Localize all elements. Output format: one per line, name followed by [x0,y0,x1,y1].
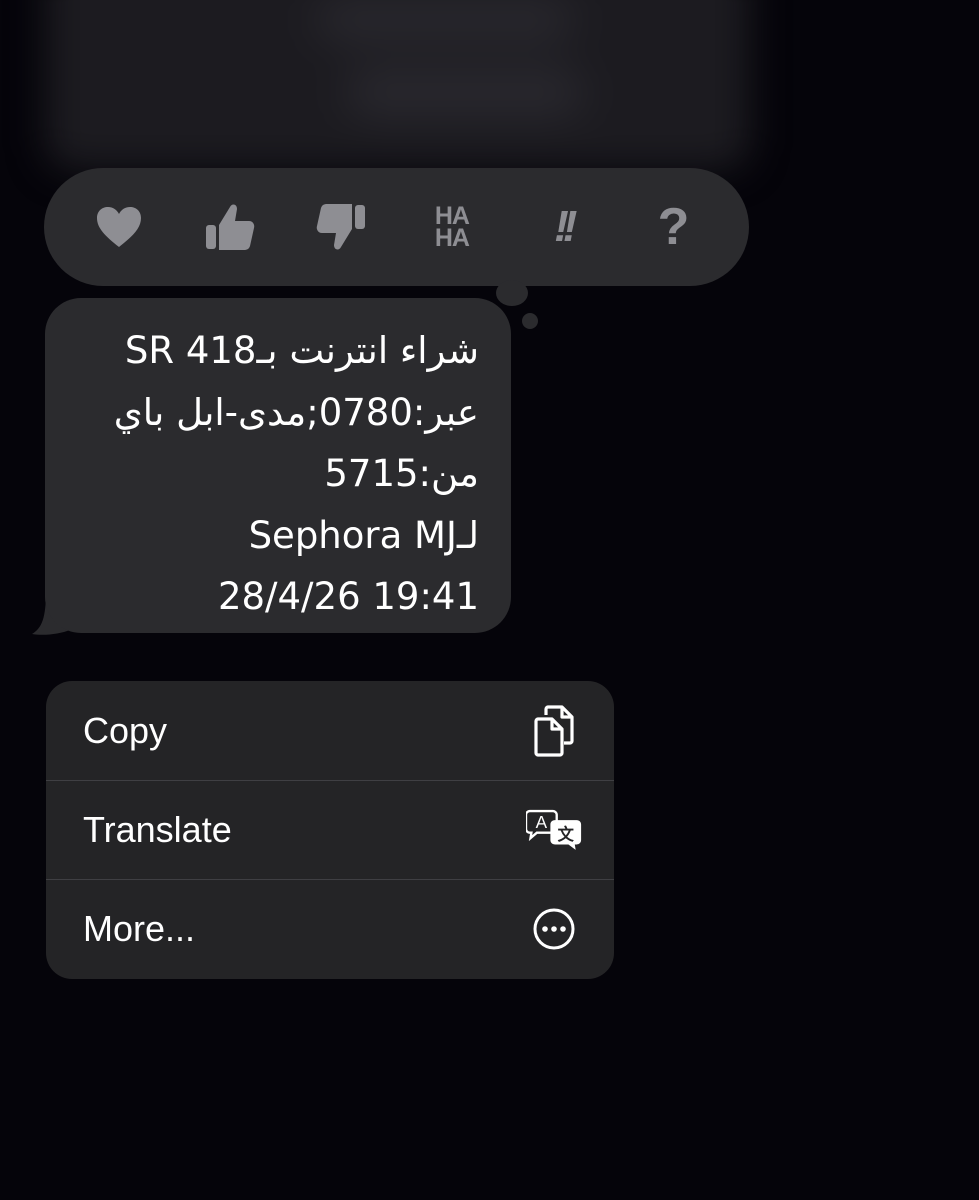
svg-text:文: 文 [558,825,575,844]
haha-icon: HA HA [434,202,470,252]
tapback-reaction-bar: HA HA !! ? [44,168,749,286]
message-bubble[interactable]: شراء انترنت بـ418 SR عبر:0780;مدى-ابل با… [45,298,511,633]
translate-menu-item[interactable]: Translate A 文 [46,780,614,879]
message-line: لـSephora MJ [248,513,479,557]
more-menu-item[interactable]: More... [46,879,614,978]
question-reaction-button[interactable]: ? [639,192,709,262]
copy-icon [526,703,582,759]
message-line: من:5715 [324,452,479,495]
translate-icon: A 文 [526,802,582,858]
copy-label: Copy [83,709,168,751]
emphasize-reaction-button[interactable]: !! [528,192,598,262]
svg-text:A: A [536,812,548,832]
heart-icon [95,205,143,249]
thumbs-down-icon [315,201,367,253]
context-menu: Copy Translate A 文 More... [46,681,614,979]
tapback-connector-dot [496,280,528,306]
thumbs-down-reaction-button[interactable] [306,192,376,262]
question-icon: ? [657,198,690,256]
translate-label: Translate [83,809,232,850]
more-icon [526,901,582,957]
haha-reaction-button[interactable]: HA HA [417,192,487,262]
blurred-conversation-background [45,0,750,170]
heart-reaction-button[interactable] [84,192,154,262]
exclamation-icon: !! [554,202,577,251]
message-text: شراء انترنت بـ418 SR عبر:0780;مدى-ابل با… [114,320,479,628]
more-label: More... [83,908,196,949]
message-line: عبر:0780;مدى-ابل باي [113,390,479,434]
copy-menu-item[interactable]: Copy [46,681,614,780]
thumbs-up-reaction-button[interactable] [195,192,265,262]
tapback-connector-dot-small [522,313,538,329]
message-line: 28/4/26 19:41 [217,575,479,618]
message-line: شراء انترنت بـ418 SR [124,329,479,372]
thumbs-up-icon [204,201,256,253]
